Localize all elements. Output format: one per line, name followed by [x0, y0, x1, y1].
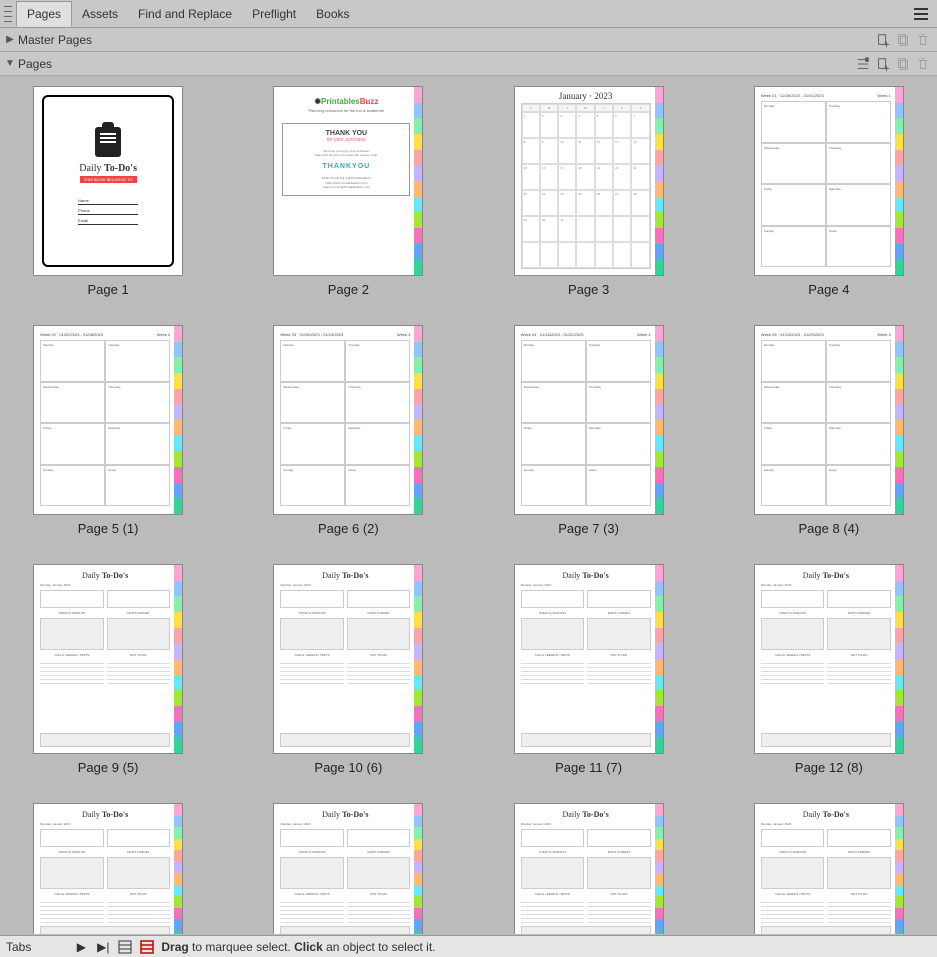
page-label: Page 1 — [88, 282, 129, 297]
section-pages[interactable]: ▼ Pages — [0, 52, 937, 76]
page-label: Page 12 (8) — [795, 760, 863, 775]
pages-scroll-area[interactable]: Daily To-Do's THIS BOOK BELONGS TO Name … — [0, 76, 937, 934]
hint-text: Drag to marquee select. Click an object … — [161, 940, 435, 954]
clipboard-icon — [95, 127, 121, 157]
page-label: Page 9 (5) — [78, 760, 139, 775]
page-thumb[interactable]: Week 04 · 01/16/2023 - 01/22/2023Week 4M… — [514, 325, 664, 515]
page-thumb-cell: Daily To-Do'sMonday, January 2023TODAY'S… — [489, 803, 689, 934]
play-icon[interactable]: ▶ — [73, 939, 89, 955]
page-thumb[interactable]: Week 01 · 12/26/2022 - 01/01/2023Week 1M… — [754, 86, 904, 276]
page-thumb[interactable]: Daily To-Do'sMonday, January 2023TODAY'S… — [514, 564, 664, 754]
page-thumb-cell: Week 01 · 12/26/2022 - 01/01/2023Week 1M… — [729, 86, 929, 297]
page-thumb[interactable]: Week 02 · 01/02/2023 - 01/08/2023Week 2M… — [33, 325, 183, 515]
page-thumb[interactable]: Daily To-Do'sMonday, January 2023TODAY'S… — [514, 803, 664, 934]
page-thumb-cell: Daily To-Do'sMonday, January 2023TODAY'S… — [248, 564, 448, 775]
preflight-warn-icon[interactable] — [139, 939, 155, 955]
page-thumb[interactable]: January · 2023 SMTWTFS123456789101112131… — [514, 86, 664, 276]
chevron-down-icon[interactable]: ▼ — [4, 58, 16, 69]
status-bar: Tabs ▶ ▶| Drag to marquee select. Click … — [0, 935, 937, 957]
add-page-icon[interactable] — [873, 54, 893, 74]
tab-preflight[interactable]: Preflight — [242, 2, 306, 26]
page-thumb-cell: Week 04 · 01/16/2023 - 01/22/2023Week 4M… — [489, 325, 689, 536]
pages-title: Pages — [18, 57, 52, 71]
page-thumb[interactable]: Daily To-Do'sMonday, January 2023TODAY'S… — [273, 564, 423, 754]
delete-page-icon — [913, 54, 933, 74]
page-thumb-cell: January · 2023 SMTWTFS123456789101112131… — [489, 86, 689, 297]
page-thumb[interactable]: Daily To-Do'sMonday, January 2023TODAY'S… — [273, 803, 423, 934]
page-label: Page 11 (7) — [555, 760, 622, 775]
add-master-page-icon[interactable] — [873, 30, 893, 50]
page-label: Page 6 (2) — [318, 521, 379, 536]
chevron-right-icon[interactable]: ▶ — [4, 34, 16, 45]
page-thumb[interactable]: Daily To-Do'sMonday, January 2023TODAY'S… — [33, 564, 183, 754]
page-thumb[interactable]: Daily To-Do'sMonday, January 2023TODAY'S… — [33, 803, 183, 934]
tab-assets[interactable]: Assets — [72, 2, 128, 26]
page-thumb-cell: Daily To-Do'sMonday, January 2023TODAY'S… — [729, 564, 929, 775]
page-thumb-cell: Daily To-Do'sMonday, January 2023TODAY'S… — [729, 803, 929, 934]
page-thumb[interactable]: Week 03 · 01/09/2023 - 01/15/2023Week 3M… — [273, 325, 423, 515]
page-thumb[interactable]: Week 05 · 01/23/2023 - 01/29/2023Week 5M… — [754, 325, 904, 515]
delete-master-icon — [913, 30, 933, 50]
panel-grip-icon[interactable] — [4, 6, 12, 22]
page-label: Page 3 — [568, 282, 609, 297]
page-label: Page 4 — [808, 282, 849, 297]
page-thumb-cell: Daily To-Do'sMonday, January 2023TODAY'S… — [248, 803, 448, 934]
master-pages-title: Master Pages — [18, 33, 92, 47]
page-label: Page 7 (3) — [558, 521, 619, 536]
page-thumb-cell: Week 03 · 01/09/2023 - 01/15/2023Week 3M… — [248, 325, 448, 536]
page-thumb-cell: Daily To-Do'sMonday, January 2023TODAY'S… — [8, 803, 208, 934]
tab-find-replace[interactable]: Find and Replace — [128, 2, 242, 26]
page-label: Page 2 — [328, 282, 369, 297]
page-thumb[interactable]: ✹PrintablesBuzz Planning resources for t… — [273, 86, 423, 276]
page-thumb-cell: Daily To-Do'sMonday, January 2023TODAY'S… — [8, 564, 208, 775]
pages-grid: Daily To-Do's THIS BOOK BELONGS TO Name … — [8, 86, 929, 934]
section-master-pages[interactable]: ▶ Master Pages — [0, 28, 937, 52]
page-label: Page 8 (4) — [799, 521, 860, 536]
page-thumb-cell: Daily To-Do's THIS BOOK BELONGS TO Name … — [8, 86, 208, 297]
page-thumb-cell: Week 02 · 01/02/2023 - 01/08/2023Week 2M… — [8, 325, 208, 536]
page-thumb-cell: ✹PrintablesBuzz Planning resources for t… — [248, 86, 448, 297]
panel-menu-icon[interactable] — [911, 4, 931, 24]
page-thumb[interactable]: Daily To-Do'sMonday, January 2023TODAY'S… — [754, 803, 904, 934]
view-options-icon[interactable] — [853, 54, 873, 74]
duplicate-master-icon — [893, 30, 913, 50]
footer-tabs-label: Tabs — [6, 940, 31, 954]
tab-pages[interactable]: Pages — [16, 1, 72, 27]
studio-tab-bar: Pages Assets Find and Replace Preflight … — [0, 0, 937, 28]
page-label: Page 5 (1) — [78, 521, 139, 536]
page-thumb[interactable]: Daily To-Do's THIS BOOK BELONGS TO Name … — [33, 86, 183, 276]
page-thumb-cell: Daily To-Do'sMonday, January 2023TODAY'S… — [489, 564, 689, 775]
page-mode-icon[interactable] — [117, 939, 133, 955]
page-thumb[interactable]: Daily To-Do'sMonday, January 2023TODAY'S… — [754, 564, 904, 754]
page-label: Page 10 (6) — [314, 760, 382, 775]
tab-books[interactable]: Books — [306, 2, 359, 26]
page-thumb-cell: Week 05 · 01/23/2023 - 01/29/2023Week 5M… — [729, 325, 929, 536]
play-end-icon[interactable]: ▶| — [95, 939, 111, 955]
duplicate-page-icon — [893, 54, 913, 74]
